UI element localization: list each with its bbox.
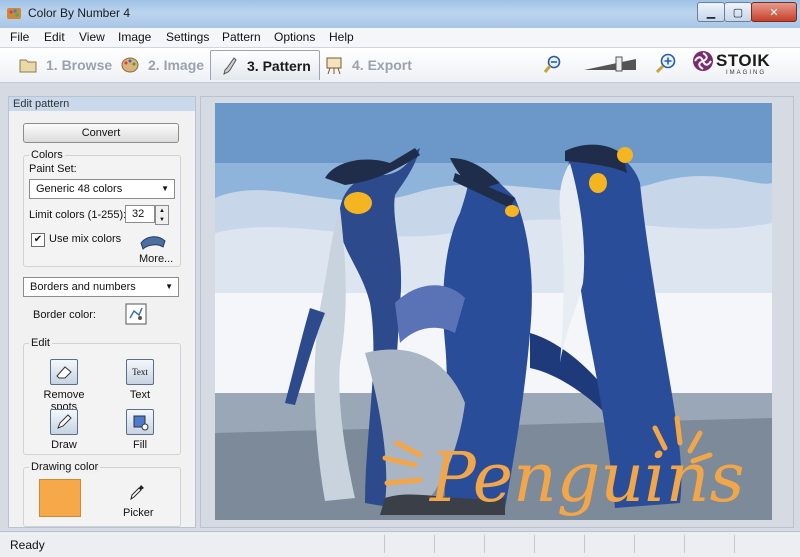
tab-export[interactable]: 4. Export xyxy=(316,50,420,79)
menu-image[interactable]: Image xyxy=(118,30,151,44)
status-separator xyxy=(684,535,685,553)
paint-set-label: Paint Set: xyxy=(29,163,77,175)
tab-image[interactable]: 2. Image xyxy=(112,50,212,79)
mix-paints-icon[interactable] xyxy=(139,233,167,251)
status-separator xyxy=(384,535,385,553)
limit-colors-stepper[interactable]: ▲ ▼ xyxy=(155,205,169,225)
menu-pattern[interactable]: Pattern xyxy=(222,30,261,44)
tab-browse-label: 1. Browse xyxy=(46,56,113,73)
easel-icon xyxy=(326,57,342,74)
paint-set-value: Generic 48 colors xyxy=(36,183,123,195)
convert-button[interactable]: Convert xyxy=(23,123,179,143)
pattern-mode-select[interactable]: Borders and numbers ▼ xyxy=(23,277,179,297)
pattern-mode-value: Borders and numbers xyxy=(30,281,136,293)
tab-export-label: 4. Export xyxy=(352,56,412,73)
zoom-slider[interactable] xyxy=(582,56,638,72)
brush-icon xyxy=(223,56,237,75)
status-text: Ready xyxy=(10,538,45,552)
minimize-button[interactable]: ▁ xyxy=(697,2,725,22)
status-separator xyxy=(434,535,435,553)
menu-options[interactable]: Options xyxy=(274,30,315,44)
pencil-icon xyxy=(50,409,78,435)
draw-tool-label: Draw xyxy=(51,439,77,451)
app-icon xyxy=(7,8,21,19)
palette-icon xyxy=(121,57,139,72)
close-button[interactable]: ✕ xyxy=(751,2,797,22)
tab-pattern-label: 3. Pattern xyxy=(247,57,311,74)
tab-image-label: 2. Image xyxy=(148,56,205,73)
folder-icon xyxy=(19,59,37,72)
status-separator xyxy=(734,535,735,553)
limit-colors-input[interactable]: 32 xyxy=(125,205,155,223)
brand-name: STOIK xyxy=(716,51,771,70)
penguins-picture[interactable]: Penguins xyxy=(215,103,772,520)
window-title: Color By Number 4 xyxy=(28,6,131,20)
step-toolbar: 1. Browse 2. Image 3. Pattern 4. Export xyxy=(0,48,800,83)
menu-edit[interactable]: Edit xyxy=(44,30,65,44)
text-icon: Text xyxy=(126,359,154,385)
edit-group-label: Edit xyxy=(29,337,52,349)
stoik-logo-icon xyxy=(693,51,713,71)
zoom-in-icon[interactable] xyxy=(655,52,677,74)
eraser-icon xyxy=(50,359,78,385)
status-separator xyxy=(484,535,485,553)
picker-label[interactable]: Picker xyxy=(123,507,154,519)
menu-bar: File Edit View Image Settings Pattern Op… xyxy=(0,28,800,48)
panel-title: Edit pattern xyxy=(9,97,195,111)
status-separator xyxy=(534,535,535,553)
menu-view[interactable]: View xyxy=(79,30,105,44)
text-icon-label: Text xyxy=(132,367,148,377)
draw-tool[interactable]: Draw xyxy=(29,409,99,451)
text-tool-label: Text xyxy=(129,389,151,401)
paint-set-select[interactable]: Generic 48 colors ▼ xyxy=(29,179,175,199)
menu-file[interactable]: File xyxy=(10,30,29,44)
tab-browse[interactable]: 1. Browse xyxy=(10,50,120,79)
mix-colors-label: Use mix colors xyxy=(49,233,122,245)
chevron-down-icon: ▼ xyxy=(165,282,173,291)
drawing-color-swatch[interactable] xyxy=(39,479,81,517)
border-color-label: Border color: xyxy=(33,309,96,321)
eyedropper-icon[interactable] xyxy=(129,483,145,501)
fill-tool[interactable]: Fill xyxy=(105,409,175,451)
remove-spots-tool[interactable]: Remove spots xyxy=(29,359,99,413)
text-tool[interactable]: Text Text xyxy=(105,359,175,401)
brand-subtitle: IMAGING xyxy=(726,70,767,76)
drawing-color-label: Drawing color xyxy=(29,461,101,473)
fill-bucket-icon xyxy=(126,409,154,435)
border-color-picker-icon[interactable] xyxy=(125,303,147,325)
status-bar: Ready xyxy=(0,531,800,557)
edit-pattern-panel: Edit pattern Convert Colors Paint Set: G… xyxy=(8,96,196,528)
status-separator xyxy=(584,535,585,553)
more-link[interactable]: More... xyxy=(139,253,173,265)
chevron-down-icon: ▼ xyxy=(161,184,169,193)
zoom-out-icon[interactable] xyxy=(543,54,563,74)
menu-settings[interactable]: Settings xyxy=(166,30,209,44)
tab-pattern[interactable]: 3. Pattern xyxy=(210,50,320,80)
limit-colors-label: Limit colors (1-255): xyxy=(29,209,127,221)
colors-group-label: Colors xyxy=(29,149,65,161)
penguins-caption: Penguins xyxy=(428,439,745,518)
status-separator xyxy=(634,535,635,553)
maximize-button[interactable]: ▢ xyxy=(724,2,752,22)
mix-colors-checkbox[interactable]: ✔ xyxy=(31,233,45,247)
menu-help[interactable]: Help xyxy=(329,30,354,44)
title-bar: Color By Number 4 ▁ ▢ ✕ xyxy=(0,0,800,29)
fill-tool-label: Fill xyxy=(132,439,148,451)
